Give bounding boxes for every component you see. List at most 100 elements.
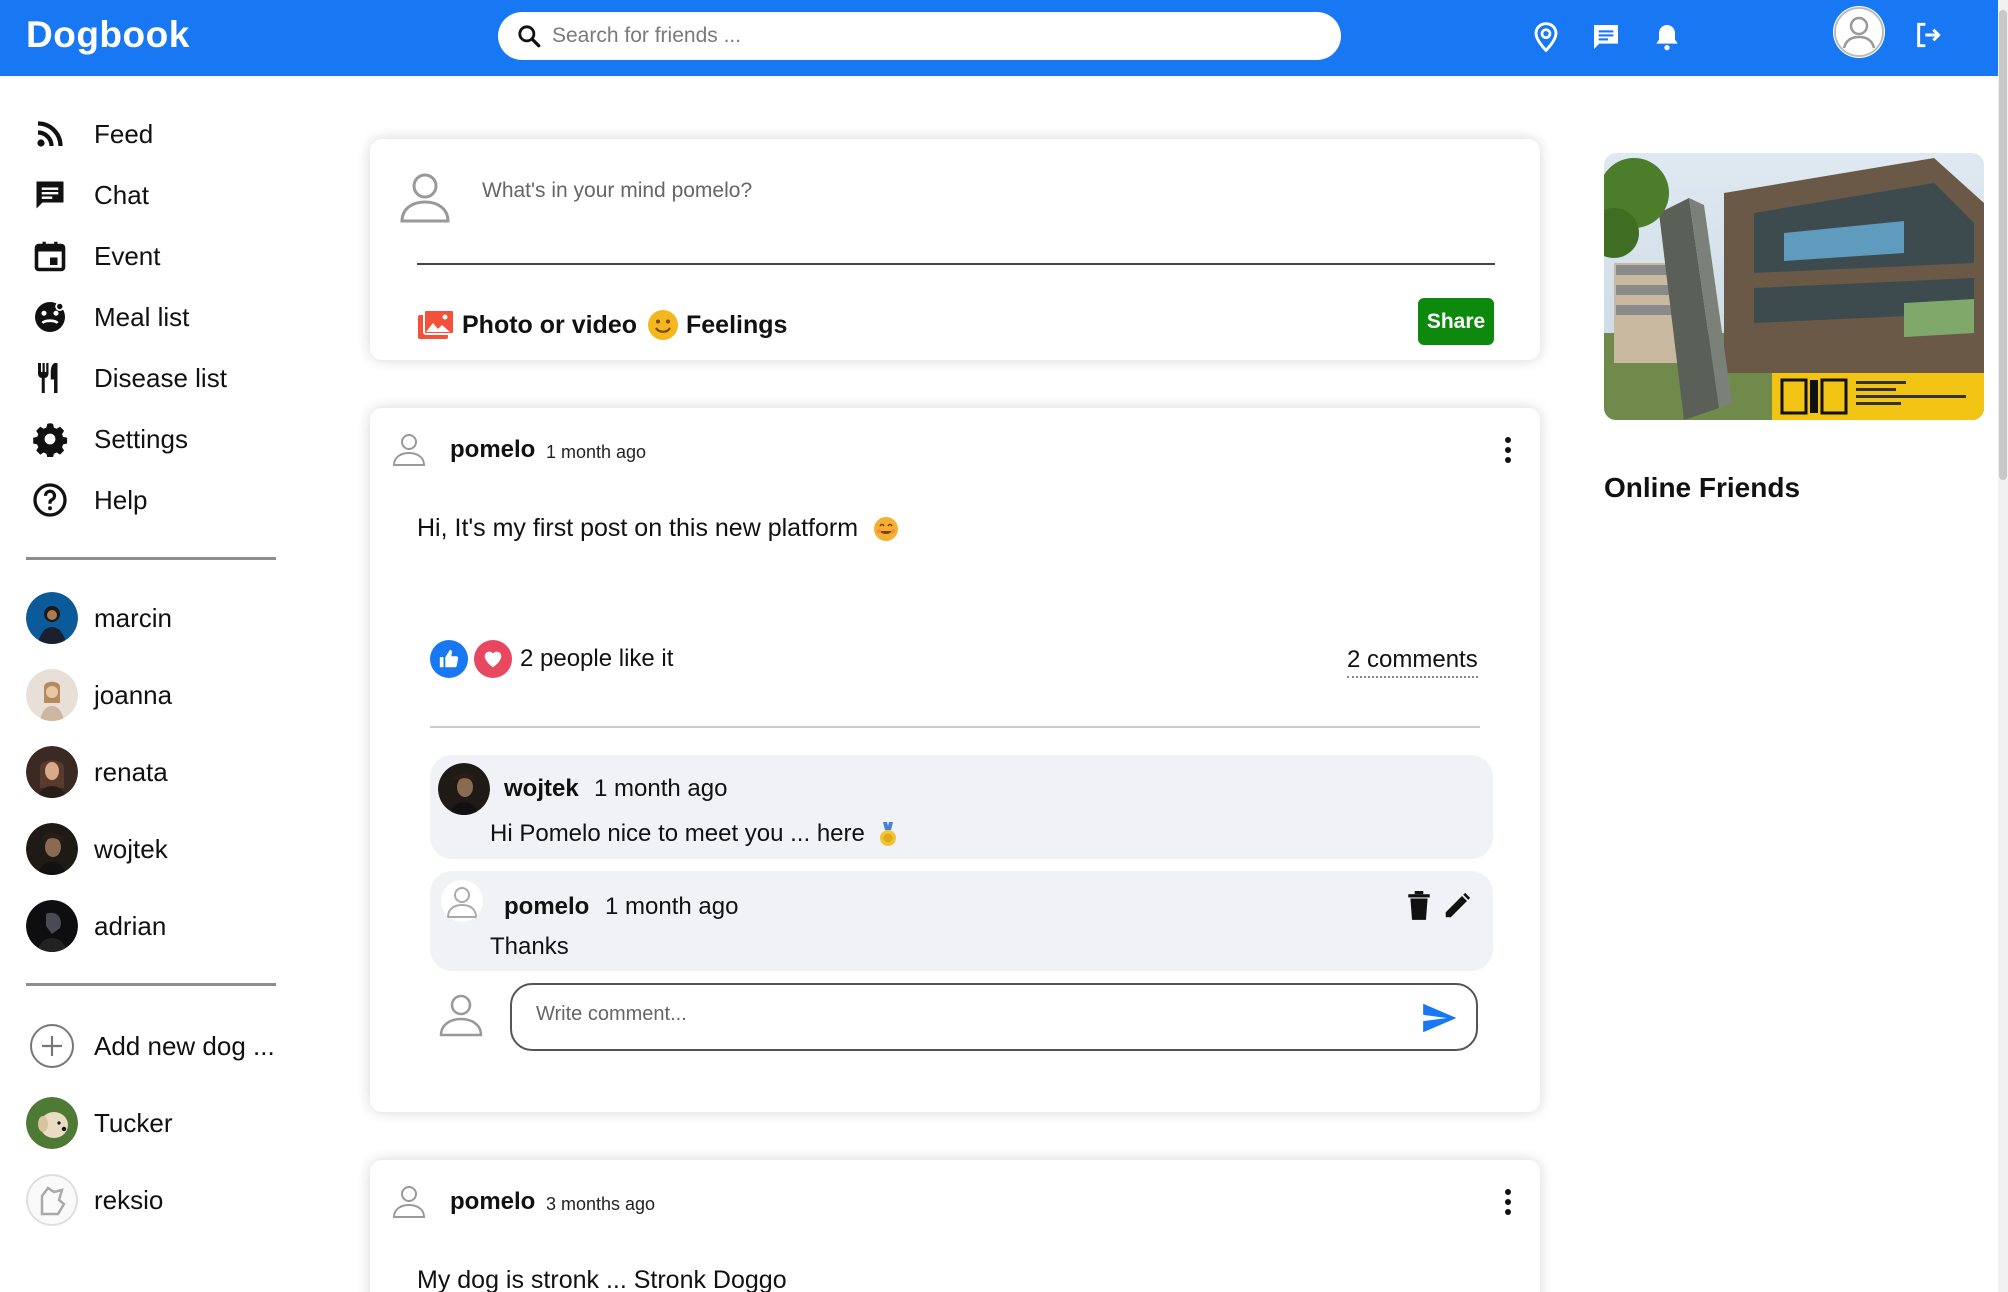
friend-item-renata[interactable]: renata (26, 745, 168, 799)
send-icon[interactable] (1420, 999, 1458, 1037)
comment-username[interactable]: wojtek (504, 775, 579, 803)
share-button[interactable]: Share (1418, 298, 1494, 345)
scroll-thumb[interactable] (1999, 10, 2007, 480)
photo-icon (418, 309, 455, 339)
feelings-label: Feelings (686, 310, 788, 339)
sidebar-item-label: Event (94, 240, 161, 271)
rss-icon (37, 121, 63, 147)
gear-icon (33, 423, 68, 457)
write-comment-row (430, 983, 1493, 1053)
fork-knife-icon (38, 363, 58, 393)
sidebar-item-disease-list[interactable]: Disease list (32, 353, 227, 403)
friend-item-joanna[interactable]: joanna (26, 668, 172, 722)
friend-item-adrian[interactable]: adrian (26, 899, 166, 953)
search-input[interactable] (552, 24, 1312, 48)
comment-text: Hi Pomelo nice to meet you ... here (490, 820, 865, 847)
smiley-icon (648, 310, 678, 340)
chat-icon (36, 181, 64, 209)
post-text: My dog is stronk ... Stronk Doggo (417, 1266, 787, 1292)
sidebar-divider (26, 983, 276, 986)
add-dog-label: Add new dog ... (94, 1030, 275, 1061)
university-banner-image[interactable] (1604, 153, 1984, 420)
dog-name: reksio (94, 1184, 164, 1215)
edit-icon[interactable] (1440, 889, 1474, 923)
sidebar-item-help[interactable]: Help (32, 475, 147, 525)
calendar-icon (34, 241, 66, 272)
comment-text: Thanks (490, 933, 569, 960)
app-logo[interactable]: Dogbook (26, 14, 190, 56)
logout-icon[interactable] (1908, 15, 1948, 55)
medal-emoji-icon (879, 821, 896, 846)
smile-emoji-icon (873, 517, 898, 542)
sidebar-item-event[interactable]: Event (32, 231, 161, 281)
comments-count-link[interactable]: 2 comments (1347, 646, 1478, 678)
likes-count: 2 people like it (520, 645, 674, 672)
comment-timestamp: 1 month ago (605, 893, 739, 920)
post-input[interactable] (482, 179, 1382, 203)
delete-icon[interactable] (1402, 889, 1436, 923)
comment-input[interactable] (536, 1003, 1396, 1026)
friend-name: adrian (94, 910, 167, 941)
sidebar-item-label: Chat (94, 179, 149, 210)
sidebar-item-label: Meal list (94, 301, 190, 332)
bell-icon[interactable] (1647, 17, 1687, 57)
comment-username[interactable]: pomelo (504, 893, 589, 921)
post-username[interactable]: pomelo (450, 1188, 535, 1216)
avatar[interactable] (438, 763, 490, 815)
user-avatar[interactable] (1833, 6, 1885, 58)
sidebar-item-label: Settings (94, 423, 188, 454)
more-options-icon[interactable] (1494, 432, 1522, 468)
sidebar-divider (26, 557, 276, 560)
friend-name: marcin (94, 602, 173, 633)
post-divider (430, 726, 1480, 728)
sidebar-item-chat[interactable]: Chat (32, 170, 149, 220)
share-card: Photo or video Feelings Share (370, 139, 1540, 360)
user-placeholder-icon (439, 994, 483, 1037)
reactions-row: 2 people like it (430, 640, 673, 678)
share-divider (417, 263, 1495, 265)
comment-item: pomelo 1 month ago Thanks (430, 871, 1493, 971)
help-icon (33, 483, 67, 517)
sidebar-item-label: Help (94, 484, 148, 515)
comment-text-row: Hi Pomelo nice to meet you ... here (490, 820, 898, 848)
post-text: Hi, It's my first post on this new platf… (417, 514, 859, 542)
sidebar-item-meal-list[interactable]: Meal list (32, 292, 189, 342)
dog-item-tucker[interactable]: Tucker (26, 1096, 173, 1150)
sidebar-item-label: Disease list (94, 362, 227, 393)
search-icon (518, 25, 541, 48)
friend-item-wojtek[interactable]: wojtek (26, 822, 168, 876)
add-dog-button[interactable]: Add new dog ... (26, 1019, 275, 1073)
post-username[interactable]: pomelo (450, 436, 535, 464)
heart-icon[interactable] (474, 640, 512, 678)
friend-item-marcin[interactable]: marcin (26, 591, 172, 645)
online-friends-title: Online Friends (1604, 472, 1801, 503)
location-icon[interactable] (1526, 17, 1566, 57)
avatar (26, 1174, 78, 1226)
user-placeholder-icon (392, 1186, 426, 1218)
like-icon[interactable] (430, 640, 468, 678)
avatar (26, 900, 78, 952)
post-timestamp: 3 months ago (546, 1194, 656, 1214)
photo-video-button[interactable]: Photo or video (416, 305, 637, 345)
feelings-button[interactable]: Feelings (646, 305, 787, 345)
sidebar-item-feed[interactable]: Feed (32, 109, 153, 159)
chat-icon[interactable] (1586, 17, 1626, 57)
photo-video-label: Photo or video (462, 310, 637, 339)
dog-name: Tucker (94, 1107, 173, 1138)
dog-item-reksio[interactable]: reksio (26, 1173, 163, 1227)
comment-item: wojtek 1 month ago Hi Pomelo nice to mee… (430, 755, 1493, 859)
meal-icon (35, 302, 65, 332)
avatar (26, 823, 78, 875)
avatar (26, 669, 78, 721)
sidebar-item-settings[interactable]: Settings (32, 414, 188, 464)
scrollbar[interactable] (1998, 0, 2008, 1292)
top-bar: Dogbook (0, 0, 2008, 76)
avatar (26, 1097, 78, 1149)
more-options-icon[interactable] (1494, 1184, 1522, 1220)
friend-name: renata (94, 756, 168, 787)
post-text-row: Hi, It's my first post on this new platf… (417, 514, 899, 543)
comment-box (510, 983, 1478, 1051)
post-card: pomelo 3 months ago My dog is stronk ...… (370, 1160, 1540, 1292)
search-bar[interactable] (498, 12, 1341, 60)
avatar (26, 592, 78, 644)
